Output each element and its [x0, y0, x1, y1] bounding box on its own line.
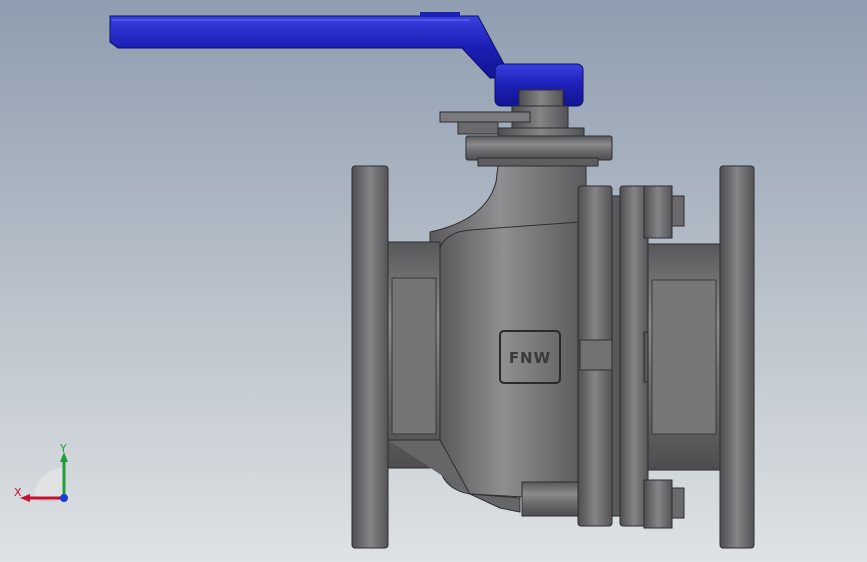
x-axis-label: X: [14, 486, 22, 499]
valve-stem[interactable]: [439, 89, 613, 167]
y-axis-label: Y: [59, 442, 67, 455]
left-flange[interactable]: [351, 165, 441, 549]
lever-handle[interactable]: [109, 12, 584, 107]
coordinate-triad: Y X: [14, 442, 68, 503]
body-marking: FNW: [509, 349, 551, 367]
ball-valve-model[interactable]: FNW: [0, 0, 867, 562]
graphics-viewport[interactable]: FNW Y X: [0, 0, 867, 562]
z-axis-dot: [60, 494, 68, 502]
